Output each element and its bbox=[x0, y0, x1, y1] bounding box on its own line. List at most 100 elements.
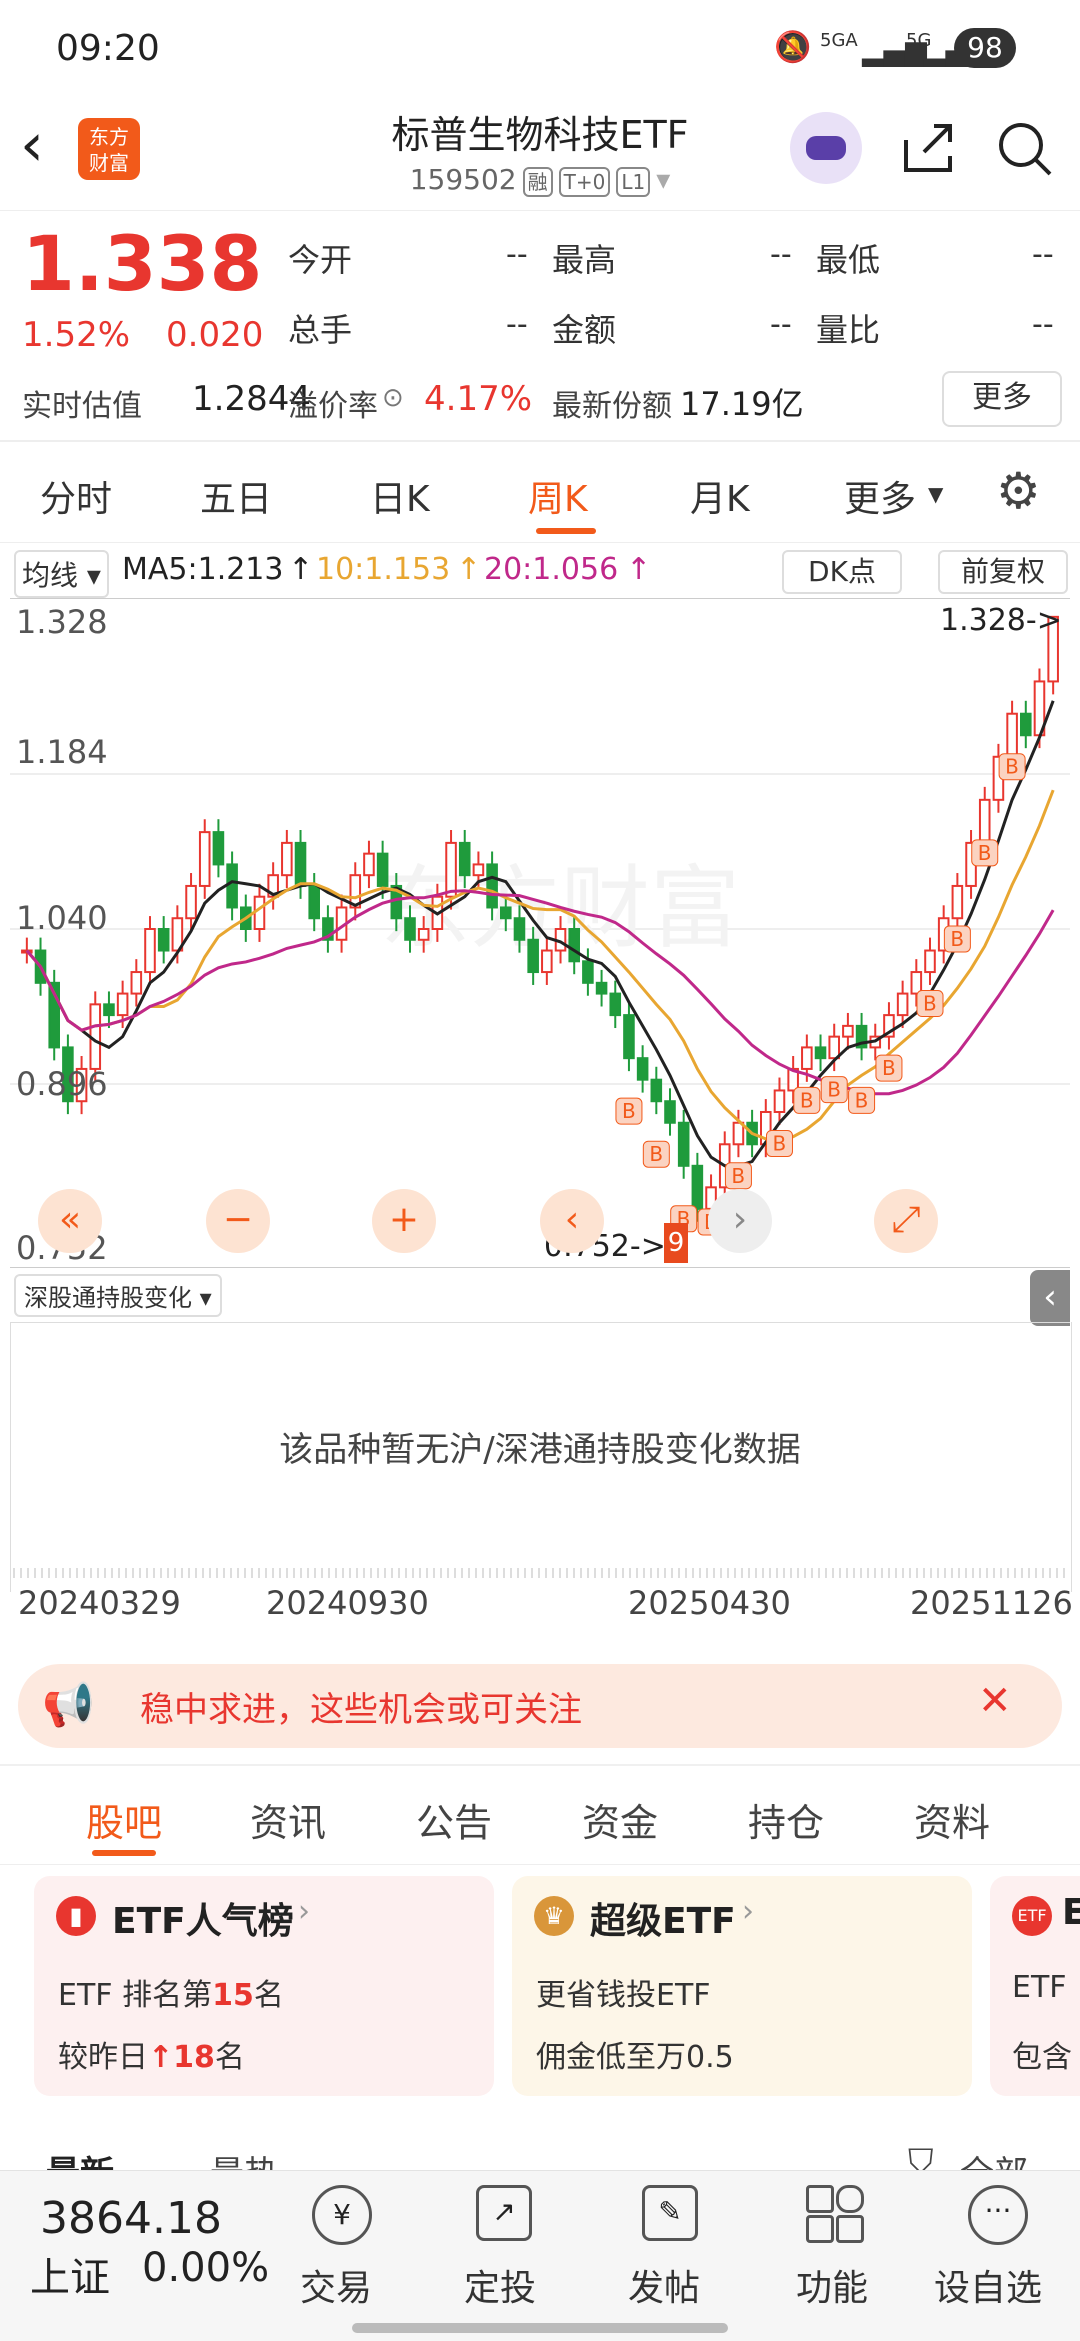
hk-select[interactable]: 深股通持股变化 ▾ bbox=[14, 1274, 222, 1317]
candle-body bbox=[1020, 712, 1032, 737]
candle-body bbox=[445, 841, 457, 898]
tab-more[interactable]: 更多 bbox=[844, 470, 916, 522]
status-bar: 09:20 🔕 5GA ▂▄▆ 5G ▂▄▆ 98 bbox=[0, 0, 1080, 100]
fund-code-row: 159502 融 T+0 L1 ▾ bbox=[260, 163, 820, 197]
candle-body bbox=[842, 1024, 854, 1038]
etf-card-partial[interactable]: ETF E ETF 包含 bbox=[990, 1876, 1080, 2096]
nav-post[interactable]: 发帖 bbox=[628, 2259, 700, 2311]
home-indicator bbox=[352, 2323, 728, 2333]
collapse-icon[interactable]: ‹ bbox=[1030, 1270, 1070, 1326]
volume-value: -- bbox=[506, 307, 528, 342]
buy-signal-label: B bbox=[827, 1078, 841, 1102]
post-icon[interactable]: ✎ bbox=[642, 2185, 698, 2241]
fund-code: 159502 bbox=[409, 163, 517, 196]
candle-body bbox=[376, 852, 389, 887]
estimate-label: 实时估值 bbox=[22, 389, 142, 424]
candle-body bbox=[404, 917, 416, 941]
tab-minute[interactable]: 分时 bbox=[40, 470, 112, 522]
amount-value: -- bbox=[770, 307, 792, 342]
tab-capital[interactable]: 资金 bbox=[582, 1792, 658, 1847]
expand-icon[interactable]: ⤢ bbox=[874, 1189, 938, 1253]
premium-value: 4.17% bbox=[424, 379, 533, 419]
buy-signal-label: B bbox=[882, 1056, 896, 1080]
tab-forum[interactable]: 股吧 bbox=[86, 1792, 162, 1847]
title-block: 标普生物科技ETF 159502 融 T+0 L1 ▾ bbox=[260, 104, 820, 197]
premium-label: 溢价率 bbox=[288, 389, 378, 424]
candle-body bbox=[130, 971, 143, 995]
scroll-left-fast-icon[interactable]: « bbox=[38, 1189, 102, 1253]
candle-body bbox=[472, 863, 485, 877]
tab-month-k[interactable]: 月K bbox=[690, 470, 750, 522]
index-value[interactable]: 3864.18 bbox=[40, 2193, 222, 2244]
kline-chart[interactable]: 东方财富BBBBBBBBBBBBBB 1.328 1.184 1.040 0.8… bbox=[10, 598, 1070, 1268]
bottom-bar: 3864.18 上证 0.00% ¥ 交易 ↗ 定投 ✎ 发帖 功能 ··· 设… bbox=[0, 2170, 1080, 2341]
back-icon[interactable]: ‹ bbox=[20, 110, 44, 180]
candle-body bbox=[636, 1057, 649, 1081]
nav-invest-plan[interactable]: 定投 bbox=[464, 2259, 536, 2311]
promo-banner[interactable]: 📢 稳中求进，这些机会或可关注 ✕ bbox=[18, 1664, 1062, 1748]
megaphone-icon: 📢 bbox=[42, 1680, 95, 1729]
invest-plan-icon[interactable]: ↗ bbox=[476, 2185, 532, 2241]
ma10-arrow: ↑ bbox=[456, 552, 482, 587]
tab-day-k[interactable]: 日K bbox=[370, 470, 430, 522]
candle-body bbox=[417, 928, 430, 941]
chevron-right-icon: › bbox=[742, 1894, 754, 1929]
ma10-line bbox=[25, 789, 1055, 1142]
candle-body bbox=[500, 906, 512, 920]
nav-trade[interactable]: 交易 bbox=[300, 2259, 372, 2311]
candle-body bbox=[582, 960, 594, 984]
divider bbox=[0, 542, 1080, 543]
amount-label: 金额 bbox=[552, 311, 617, 349]
y-tick-label: 1.184 bbox=[16, 733, 108, 771]
more-button[interactable]: 更多 bbox=[942, 371, 1062, 427]
kline-svg: 东方财富BBBBBBBBBBBBBB bbox=[10, 615, 1070, 1236]
x-tick-label: 20240930 bbox=[266, 1584, 429, 1622]
settings-icon[interactable]: ⚙ bbox=[996, 462, 1041, 520]
info-icon[interactable]: ⊙ bbox=[382, 383, 404, 413]
close-icon[interactable]: ✕ bbox=[978, 1678, 1012, 1724]
etf-ranking-card[interactable]: ▮ ETF人气榜 › ETF 排名第15名 较昨日↑18名 bbox=[34, 1876, 494, 2096]
candle-body bbox=[144, 928, 156, 974]
share-icon[interactable] bbox=[900, 120, 956, 176]
nav-add-watchlist[interactable]: 设自选 bbox=[934, 2259, 1042, 2311]
scroll-right-icon[interactable]: › bbox=[708, 1189, 772, 1253]
functions-icon[interactable] bbox=[806, 2185, 864, 2243]
nav-functions[interactable]: 功能 bbox=[796, 2259, 868, 2311]
search-icon[interactable] bbox=[996, 120, 1054, 178]
tab-announcements[interactable]: 公告 bbox=[416, 1792, 492, 1847]
candle-body bbox=[924, 949, 936, 974]
filter-all[interactable]: 全部 bbox=[960, 2146, 1028, 2170]
candle-body bbox=[185, 884, 197, 920]
scroll-left-icon[interactable]: ‹ bbox=[540, 1189, 604, 1253]
x-tick-label: 20251126 bbox=[910, 1584, 1073, 1622]
ma5-arrow: ↑ bbox=[288, 552, 314, 587]
sort-latest[interactable]: 最新 bbox=[46, 2146, 114, 2170]
sort-hot[interactable]: 最热 bbox=[210, 2146, 278, 2170]
zoom-in-icon[interactable]: + bbox=[372, 1189, 436, 1253]
candle-body bbox=[896, 992, 909, 1017]
super-etf-card[interactable]: ♛ 超级ETF › 更省钱投ETF 佣金低至万0.5 bbox=[512, 1876, 972, 2096]
candle-body bbox=[595, 981, 608, 995]
tab-profile[interactable]: 资料 bbox=[914, 1792, 990, 1847]
tab-five-day[interactable]: 五日 bbox=[200, 470, 272, 522]
candle-body bbox=[198, 831, 211, 887]
ma10-value: 10:1.153 bbox=[316, 552, 451, 587]
card-title: E bbox=[1062, 1892, 1080, 1933]
candle-body bbox=[116, 992, 129, 1017]
status-time: 09:20 bbox=[56, 28, 160, 69]
ma-select[interactable]: 均线 ▾ bbox=[14, 550, 109, 598]
candle-body bbox=[650, 1078, 663, 1103]
tab-holdings[interactable]: 持仓 bbox=[748, 1792, 824, 1847]
zoom-out-icon[interactable]: − bbox=[206, 1189, 270, 1253]
tab-news[interactable]: 资讯 bbox=[250, 1792, 326, 1847]
card-line-1: ETF bbox=[1012, 1970, 1067, 2005]
dropdown-icon[interactable]: ▾ bbox=[656, 163, 670, 196]
logo-line-2: 财富 bbox=[89, 151, 129, 175]
trade-icon[interactable]: ¥ bbox=[312, 2185, 372, 2245]
filter-icon[interactable]: ⛉ bbox=[908, 2142, 934, 2170]
adjust-button[interactable]: 前复权 bbox=[938, 550, 1068, 594]
tab-week-k[interactable]: 周K bbox=[528, 470, 588, 522]
assistant-avatar[interactable] bbox=[790, 112, 862, 184]
dk-point-button[interactable]: DK点 bbox=[782, 550, 902, 594]
add-watchlist-icon[interactable]: ··· bbox=[968, 2185, 1028, 2245]
